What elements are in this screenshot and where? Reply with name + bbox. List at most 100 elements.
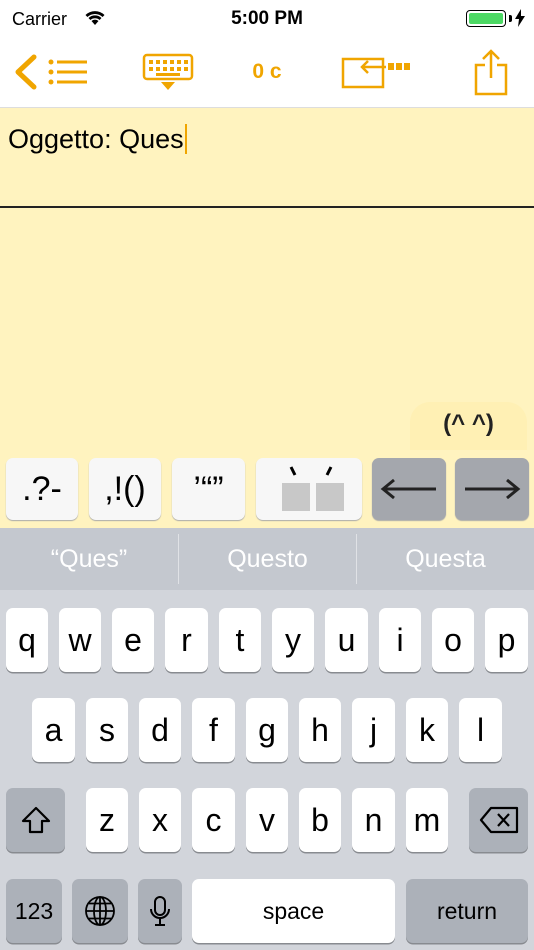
punctuation-key-1-label: .?- xyxy=(22,469,62,508)
key-n[interactable]: n xyxy=(352,788,395,852)
key-v[interactable]: v xyxy=(246,788,288,852)
key-g[interactable]: g xyxy=(246,698,288,762)
key-c[interactable]: c xyxy=(192,788,235,852)
key-t[interactable]: t xyxy=(219,608,261,672)
clock: 5:00 PM xyxy=(231,8,303,29)
key-y[interactable]: y xyxy=(272,608,314,672)
key-label: z xyxy=(99,801,115,838)
key-k[interactable]: k xyxy=(406,698,448,762)
key-i[interactable]: i xyxy=(379,608,421,672)
numbers-key-label: 123 xyxy=(14,897,54,924)
key-q[interactable]: q xyxy=(6,608,48,672)
key-label: y xyxy=(285,621,301,658)
key-label: w xyxy=(68,621,92,658)
key-x[interactable]: x xyxy=(139,788,181,852)
status-bar: Carrier 5:00 PM xyxy=(0,0,534,36)
key-d[interactable]: d xyxy=(139,698,181,762)
key-label: k xyxy=(419,711,435,748)
key-u[interactable]: u xyxy=(325,608,368,672)
suggestion-2[interactable]: Questo xyxy=(179,528,356,590)
key-f[interactable]: f xyxy=(192,698,235,762)
text-editor[interactable]: Oggetto: Ques xyxy=(0,108,534,450)
key-label: g xyxy=(258,711,276,748)
return-key-label: return xyxy=(436,897,498,924)
key-label: o xyxy=(444,621,462,658)
insert-button[interactable] xyxy=(338,36,414,108)
key-p[interactable]: p xyxy=(485,608,528,672)
kaomoji-label: (^ ^) xyxy=(443,410,494,437)
suggestion-2-label: Questo xyxy=(227,544,308,573)
shift-arrow-icon xyxy=(21,806,50,834)
editor-text: Oggetto: Ques xyxy=(8,124,184,154)
key-label: v xyxy=(259,801,275,838)
globe-key[interactable] xyxy=(72,879,128,943)
battery-icon xyxy=(466,10,506,27)
key-label: h xyxy=(311,711,329,748)
return-key[interactable]: return xyxy=(406,879,528,943)
suggestion-3-label: Questa xyxy=(405,544,486,573)
list-icon xyxy=(48,59,87,85)
key-l[interactable]: l xyxy=(459,698,502,762)
key-label: p xyxy=(497,621,516,658)
key-r[interactable]: r xyxy=(165,608,208,672)
microphone-icon xyxy=(150,896,170,926)
cursor-left-key[interactable]: ⟵ xyxy=(372,458,446,520)
key-o[interactable]: o xyxy=(432,608,474,672)
back-list-button[interactable] xyxy=(8,36,92,108)
key-label: n xyxy=(364,801,383,838)
key-a[interactable]: a xyxy=(32,698,75,762)
key-label: d xyxy=(151,711,169,748)
suggestion-1[interactable]: “Ques” xyxy=(0,528,178,590)
key-j[interactable]: j xyxy=(352,698,395,762)
key-label: c xyxy=(205,801,222,838)
key-label: u xyxy=(337,621,356,658)
editor-content[interactable]: Oggetto: Ques xyxy=(8,124,187,155)
dictation-key[interactable] xyxy=(138,879,182,943)
cursor-right-key[interactable]: ⟶ xyxy=(455,458,529,520)
keyboard: “Ques” Questo Questa q w e r t y u i o p… xyxy=(0,528,534,950)
share-button[interactable] xyxy=(466,36,516,108)
key-label: s xyxy=(99,711,115,748)
numbers-key[interactable]: 123 xyxy=(6,879,62,943)
battery-tip xyxy=(509,15,512,22)
key-label: i xyxy=(396,621,404,658)
punctuation-key-2[interactable]: ,!() xyxy=(89,458,161,520)
suggestion-bar: “Ques” Questo Questa xyxy=(0,528,534,590)
delete-key[interactable] xyxy=(469,788,528,852)
key-label: f xyxy=(209,711,218,748)
space-key-label: space xyxy=(262,897,325,924)
insert-arrow-icon xyxy=(341,57,410,89)
key-label: q xyxy=(18,621,36,658)
key-e[interactable]: e xyxy=(112,608,154,672)
quotes-key[interactable]: ’“” xyxy=(172,458,245,520)
punctuation-key-1[interactable]: .?- xyxy=(6,458,78,520)
shift-key[interactable] xyxy=(6,788,65,852)
suggestion-3[interactable]: Questa xyxy=(357,528,534,590)
character-count: 0 c xyxy=(252,60,282,83)
accent-key[interactable]: ◌̀ ◌́ xyxy=(256,458,362,520)
key-z[interactable]: z xyxy=(86,788,128,852)
key-b[interactable]: b xyxy=(299,788,341,852)
globe-icon xyxy=(85,896,115,926)
punctuation-key-2-label: ,!() xyxy=(104,469,146,508)
charging-bolt-icon xyxy=(515,9,525,27)
arrow-left-icon xyxy=(380,478,436,500)
key-m[interactable]: m xyxy=(406,788,448,852)
hide-keyboard-button[interactable] xyxy=(138,36,198,108)
key-label: r xyxy=(181,621,192,658)
key-h[interactable]: h xyxy=(299,698,341,762)
key-label: l xyxy=(476,711,485,748)
key-w[interactable]: w xyxy=(59,608,101,672)
keyboard-down-icon xyxy=(142,53,194,90)
text-caret xyxy=(184,124,187,154)
key-label: b xyxy=(311,801,329,838)
kaomoji-tab[interactable]: (^ ^) xyxy=(410,402,527,456)
key-s[interactable]: s xyxy=(86,698,128,762)
key-label: t xyxy=(235,621,245,658)
space-key[interactable]: space xyxy=(192,879,395,943)
key-label: j xyxy=(369,711,378,748)
back-chevron-icon xyxy=(15,54,37,90)
accent-marks-icon xyxy=(282,466,344,511)
key-label: a xyxy=(44,711,63,748)
key-label: m xyxy=(413,801,441,838)
